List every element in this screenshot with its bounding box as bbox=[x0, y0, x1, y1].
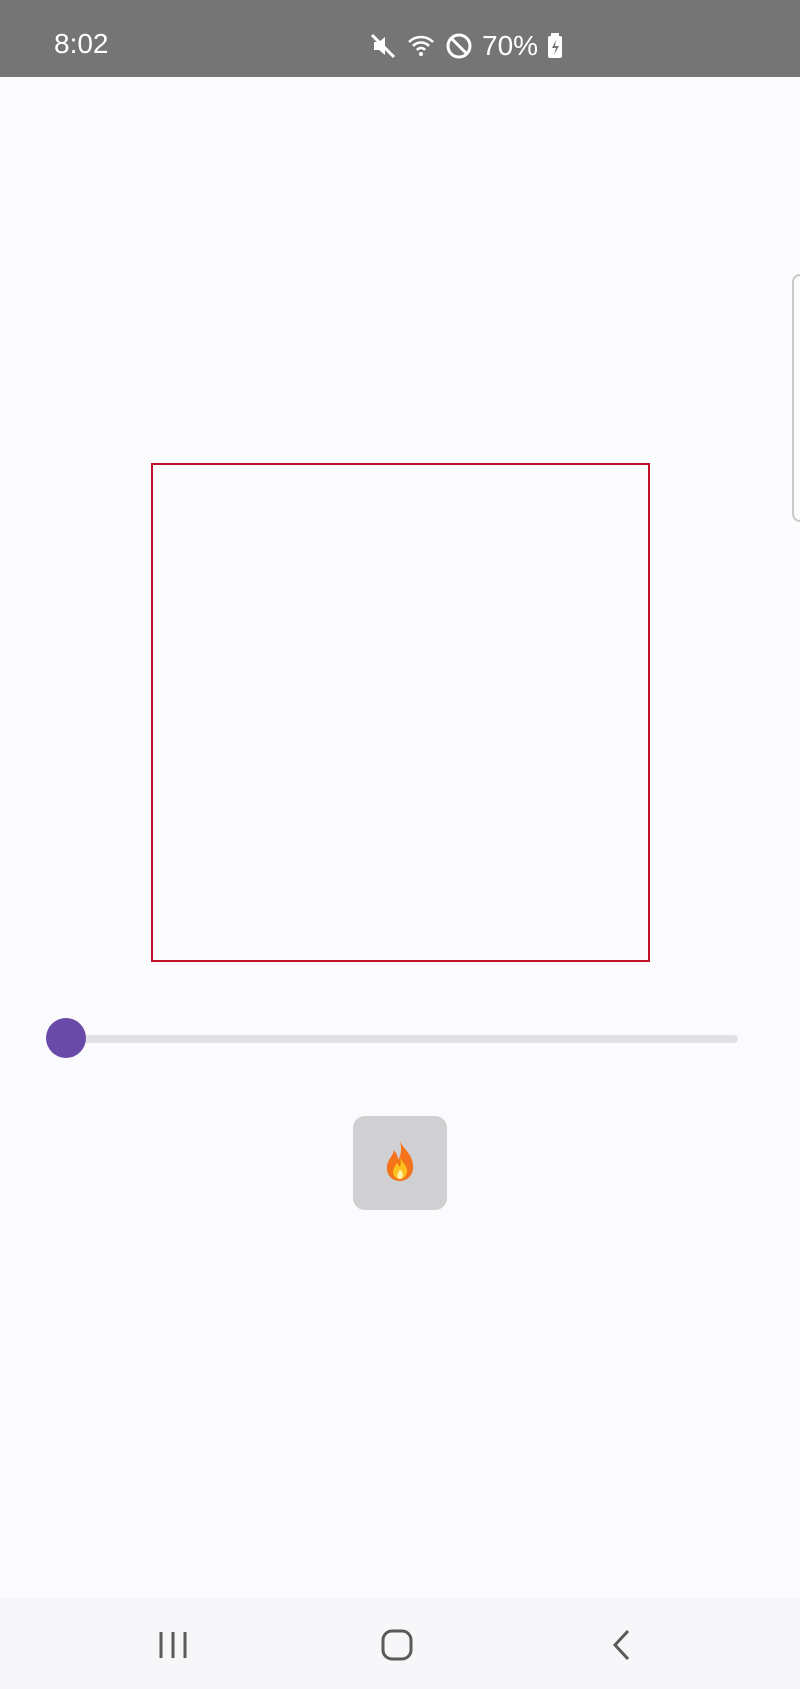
edge-panel-handle[interactable] bbox=[792, 274, 800, 522]
status-bar: 8:02 70% bbox=[0, 0, 800, 77]
home-icon bbox=[381, 1629, 413, 1661]
home-button[interactable] bbox=[372, 1620, 422, 1670]
drawing-canvas[interactable] bbox=[151, 463, 650, 962]
mute-icon bbox=[368, 31, 398, 61]
fire-button[interactable] bbox=[353, 1116, 447, 1210]
navigation-bar bbox=[0, 1598, 800, 1689]
status-icons: 70% bbox=[368, 28, 564, 64]
slider[interactable] bbox=[46, 1018, 738, 1060]
wifi-icon bbox=[406, 31, 436, 61]
battery-percent: 70% bbox=[482, 30, 539, 61]
recent-apps-icon bbox=[159, 1632, 187, 1658]
do-not-disturb-icon bbox=[444, 31, 474, 61]
slider-thumb[interactable] bbox=[46, 1018, 86, 1058]
battery-charging-icon bbox=[546, 31, 564, 61]
back-icon bbox=[612, 1629, 630, 1661]
fire-icon bbox=[381, 1139, 419, 1188]
slider-track[interactable] bbox=[66, 1035, 738, 1043]
status-time: 8:02 bbox=[54, 28, 109, 59]
back-button[interactable] bbox=[597, 1620, 647, 1670]
recent-apps-button[interactable] bbox=[148, 1620, 198, 1670]
